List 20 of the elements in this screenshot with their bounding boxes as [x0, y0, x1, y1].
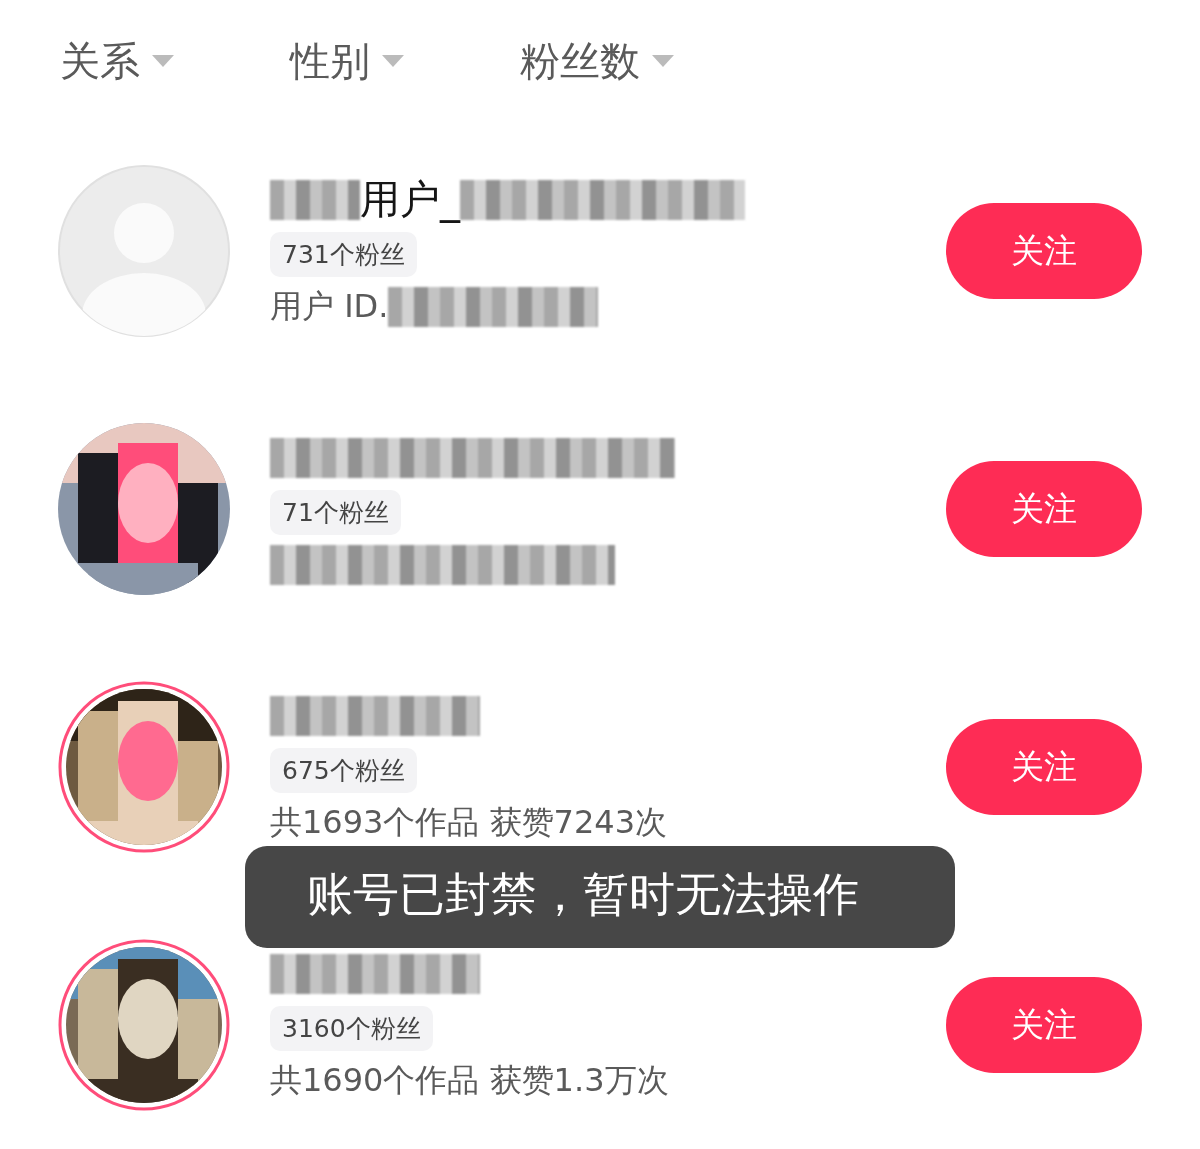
- user-name: 用户_: [360, 175, 460, 225]
- follower-count: 71个粉丝: [270, 489, 401, 535]
- caret-icon: [382, 55, 404, 67]
- filter-dropdown[interactable]: 粉丝数: [520, 33, 750, 89]
- toast-message: 账号已封禁，暂时无法操作: [245, 846, 955, 948]
- follower-count: 675个粉丝: [270, 747, 417, 793]
- follow-button[interactable]: 关注: [946, 977, 1142, 1073]
- follow-button[interactable]: 关注: [946, 461, 1142, 557]
- caret-icon: [152, 55, 174, 67]
- default-avatar-icon: [58, 165, 230, 337]
- filter-dropdown[interactable]: 关系: [60, 33, 290, 89]
- user-detail: 用户 ID.: [270, 285, 389, 327]
- follow-button[interactable]: 关注: [946, 203, 1142, 299]
- follow-button[interactable]: 关注: [946, 719, 1142, 815]
- caret-icon: [652, 55, 674, 67]
- follower-count: 3160个粉丝: [270, 1005, 433, 1051]
- user-detail: 共1690个作品 获赞1.3万次: [270, 1059, 669, 1101]
- filter-dropdown[interactable]: 性别: [290, 33, 520, 89]
- user-detail: 共1693个作品 获赞7243次: [270, 801, 668, 843]
- follower-count: 731个粉丝: [270, 231, 417, 277]
